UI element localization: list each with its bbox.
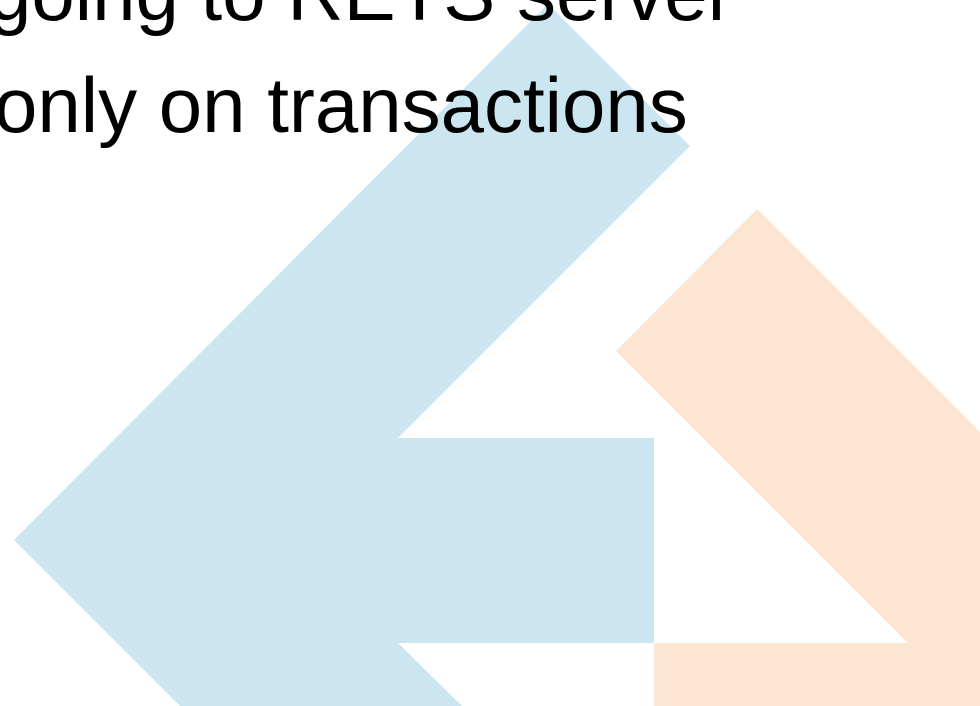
slide-text-line-2: only on transactions: [0, 61, 688, 149]
orange-arrow-shape: [616, 209, 980, 706]
slide: going to RETS server only on transaction…: [0, 0, 980, 706]
slide-text-line-1: going to RETS server: [0, 0, 734, 38]
